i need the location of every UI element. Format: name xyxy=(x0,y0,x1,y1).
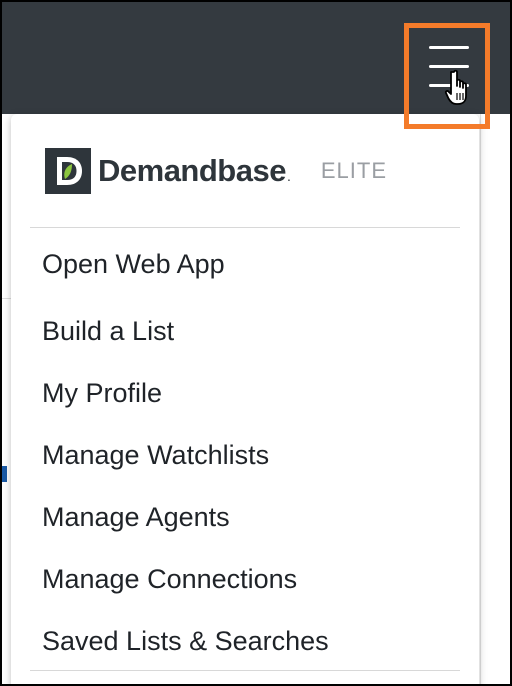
menu-item-open-web-app[interactable]: Open Web App xyxy=(11,228,479,300)
background-panel xyxy=(480,114,510,684)
menu-list: Open Web App Build a List My Profile Man… xyxy=(11,228,479,672)
brand-name: Demandbase xyxy=(98,153,286,188)
menu-item-my-profile[interactable]: My Profile xyxy=(11,362,479,424)
tier-badge: ELITE xyxy=(320,158,387,183)
background-text-fragment xyxy=(2,466,7,482)
menu-item-manage-connections[interactable]: Manage Connections xyxy=(11,548,479,610)
menu-item-manage-watchlists[interactable]: Manage Watchlists xyxy=(11,424,479,486)
demandbase-logo-icon xyxy=(45,148,91,194)
menu-item-manage-agents[interactable]: Manage Agents xyxy=(11,486,479,548)
menu-item-saved-lists-searches[interactable]: Saved Lists & Searches xyxy=(11,610,479,672)
menu-toggle-button[interactable] xyxy=(404,23,490,129)
brand-logo: Demandbase . ELITE xyxy=(45,148,387,194)
brand-trademark: . xyxy=(286,168,291,184)
hand-pointer-cursor-icon xyxy=(444,69,467,105)
dropdown-menu: Demandbase . ELITE Open Web App Build a … xyxy=(11,114,479,684)
window-frame: Demandbase . ELITE Open Web App Build a … xyxy=(0,0,512,686)
menu-item-build-a-list[interactable]: Build a List xyxy=(11,300,479,362)
menu-divider-bottom xyxy=(30,670,460,671)
